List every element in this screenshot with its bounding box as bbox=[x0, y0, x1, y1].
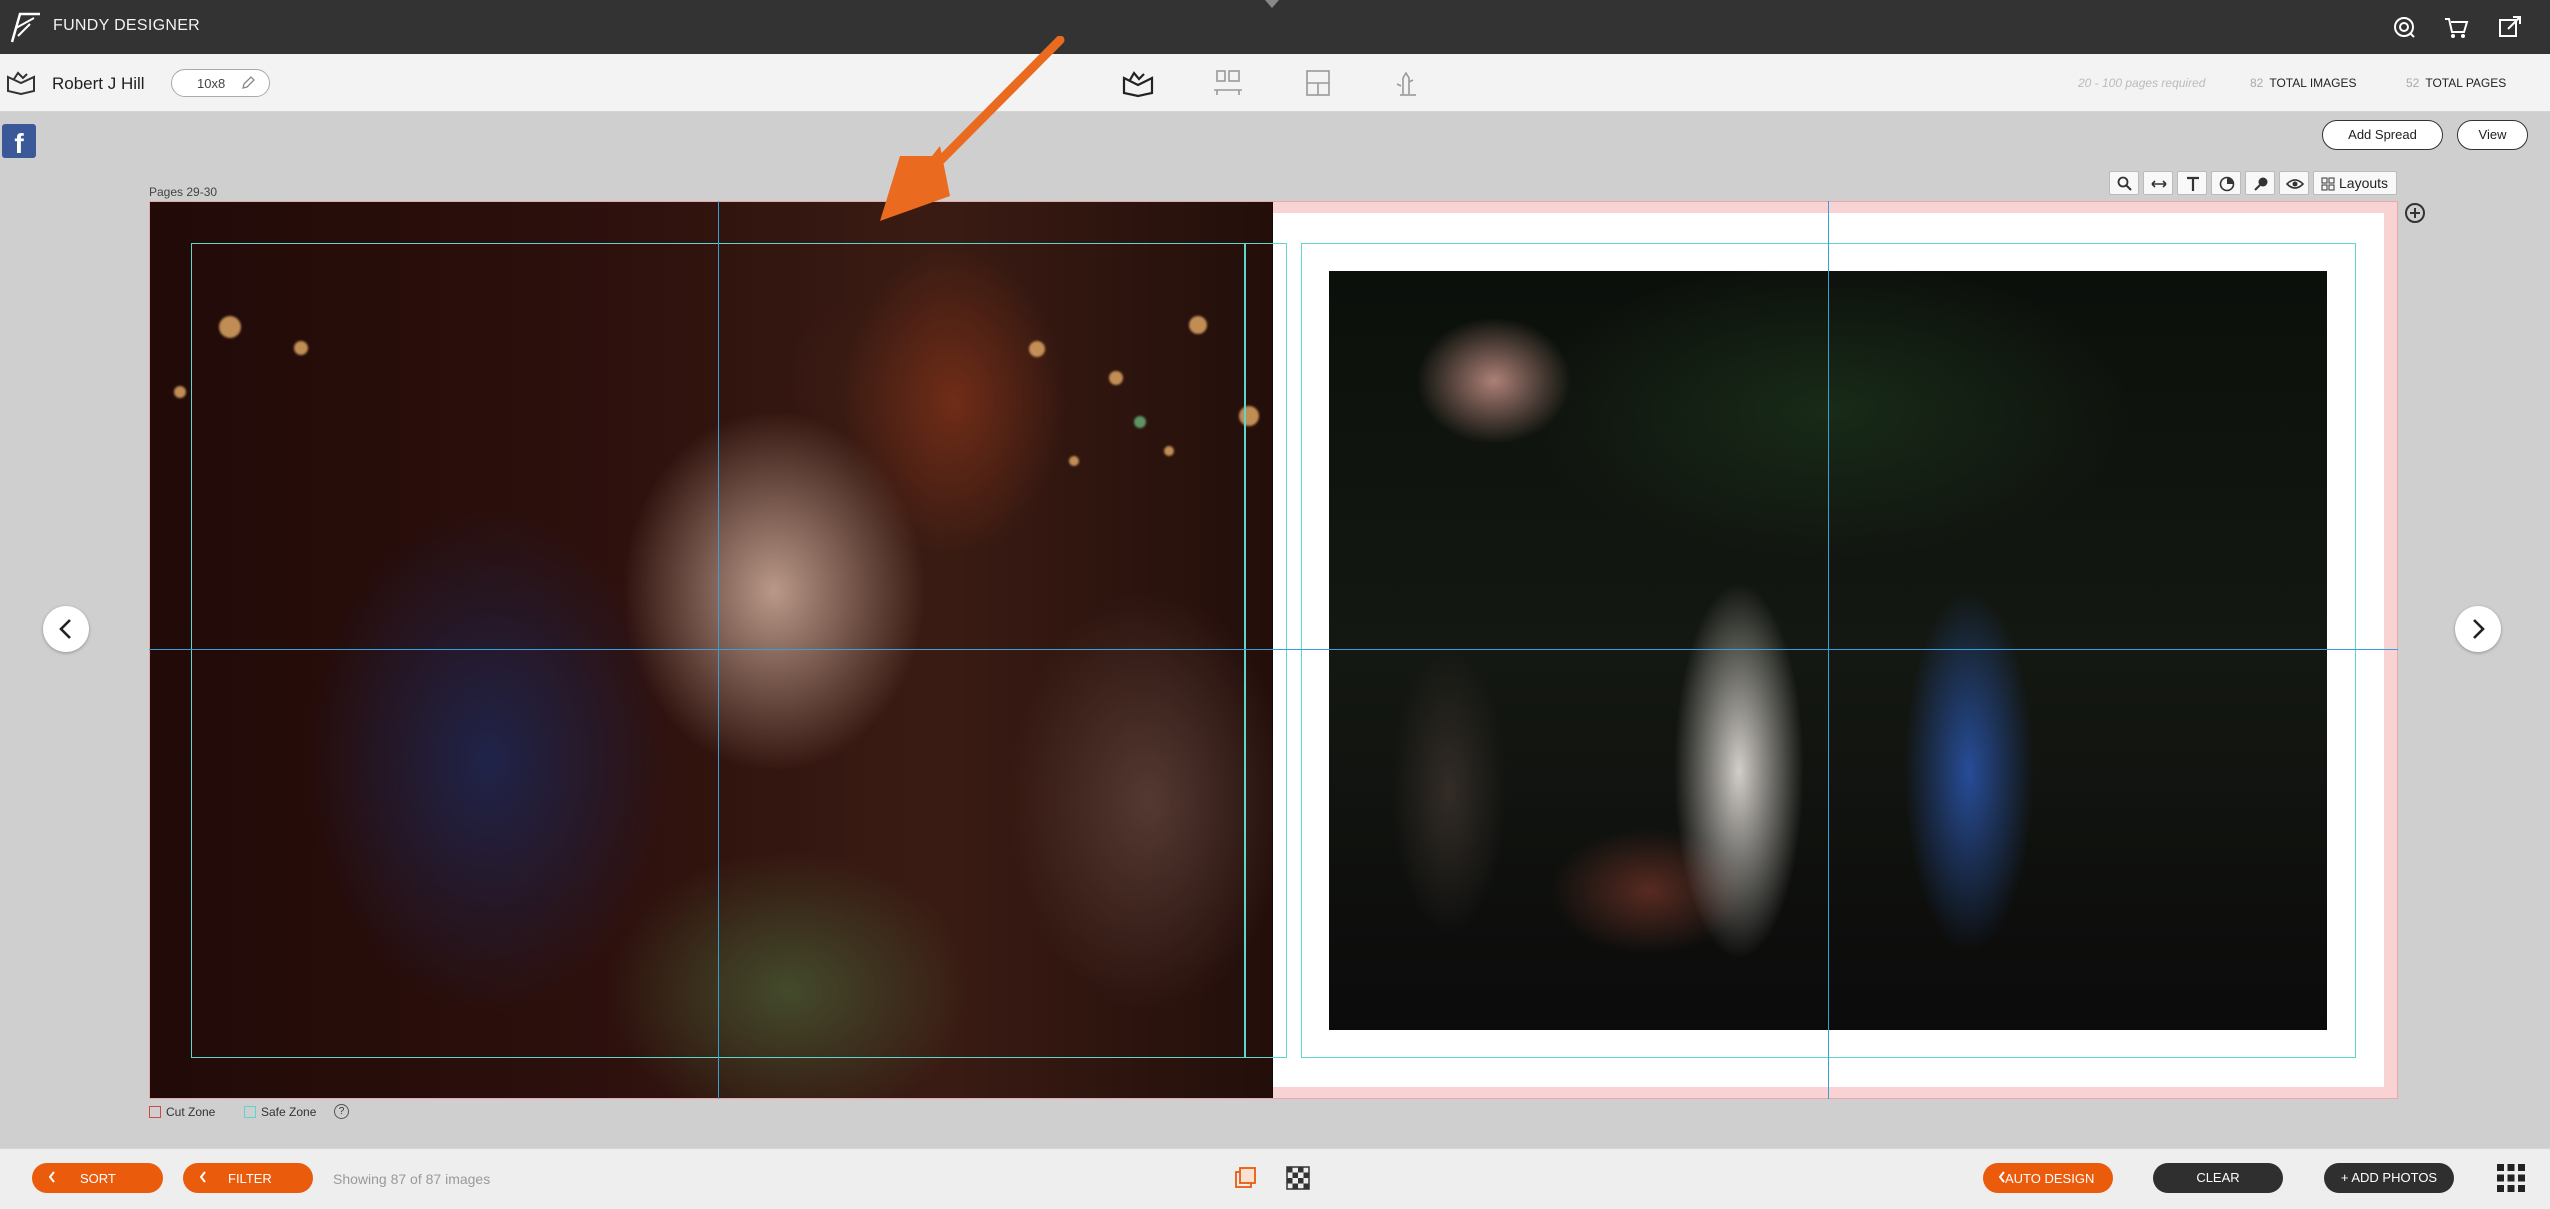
checker-grid-icon[interactable] bbox=[1285, 1165, 1311, 1191]
pin-icon bbox=[2254, 177, 2268, 191]
view-button[interactable]: View bbox=[2457, 120, 2528, 150]
add-page-circle-icon[interactable] bbox=[2405, 203, 2425, 223]
grid-icon bbox=[2321, 177, 2335, 191]
next-spread-button[interactable] bbox=[2455, 606, 2501, 652]
chevron-right-icon bbox=[2473, 619, 2485, 639]
right-page-photo[interactable] bbox=[1329, 271, 2327, 1030]
proof-hand-icon[interactable] bbox=[1391, 68, 1425, 98]
left-page[interactable] bbox=[149, 201, 1273, 1099]
preview-tool[interactable] bbox=[2279, 171, 2309, 195]
photo-stack-icon[interactable] bbox=[1233, 1165, 1259, 1191]
auto-design-button[interactable]: AUTO DESIGN bbox=[1983, 1163, 2113, 1193]
color-tool[interactable] bbox=[2211, 171, 2241, 195]
text-icon bbox=[2187, 176, 2199, 191]
filter-label: FILTER bbox=[228, 1171, 272, 1186]
total-images-label: TOTAL IMAGES bbox=[2269, 76, 2357, 90]
support-icon[interactable] bbox=[2390, 13, 2418, 41]
spread-page-label: Pages 29-30 bbox=[149, 185, 218, 199]
card-icon[interactable] bbox=[1301, 68, 1335, 98]
total-pages-count: 52 bbox=[2406, 76, 2420, 90]
zoom-icon bbox=[2117, 176, 2132, 191]
layouts-label: Layouts bbox=[2339, 175, 2389, 191]
total-images-stat: 82 TOTAL IMAGES bbox=[2250, 76, 2357, 90]
pencil-icon[interactable] bbox=[240, 75, 256, 91]
cut-zone-swatch bbox=[149, 1106, 161, 1118]
top-bar: FUNDY DESIGNER bbox=[0, 0, 2550, 54]
clear-button[interactable]: CLEAR bbox=[2153, 1163, 2283, 1193]
safe-zone-label: Safe Zone bbox=[261, 1105, 317, 1119]
text-tool[interactable] bbox=[2177, 171, 2207, 195]
dropdown-notch-icon[interactable] bbox=[1265, 0, 1279, 8]
total-images-count: 82 bbox=[2250, 76, 2264, 90]
pin-tool[interactable] bbox=[2245, 171, 2275, 195]
bottom-bar: SORT FILTER Showing 87 of 87 images AUTO… bbox=[0, 1148, 2550, 1209]
safe-zone-swatch bbox=[244, 1106, 256, 1118]
album-size: 10x8 bbox=[197, 76, 226, 91]
cart-icon[interactable] bbox=[2442, 13, 2470, 41]
project-bar: Robert J Hill 10x8 20 - 100 pages requir… bbox=[0, 54, 2550, 112]
previous-spread-button[interactable] bbox=[43, 606, 89, 652]
fit-width-icon bbox=[2151, 180, 2167, 188]
chevron-left-icon bbox=[48, 1171, 55, 1183]
help-icon[interactable]: ? bbox=[334, 1104, 349, 1119]
add-spread-button[interactable]: Add Spread bbox=[2322, 120, 2443, 150]
filter-button[interactable]: FILTER bbox=[183, 1163, 313, 1193]
fit-width-tool[interactable] bbox=[2143, 171, 2173, 195]
image-count-status: Showing 87 of 87 images bbox=[333, 1171, 491, 1187]
pages-required-note: 20 - 100 pages required bbox=[2078, 76, 2206, 90]
sort-button[interactable]: SORT bbox=[32, 1163, 163, 1193]
chevron-left-icon bbox=[199, 1171, 206, 1183]
album-size-pill[interactable]: 10x8 bbox=[171, 69, 270, 97]
chevron-left-icon bbox=[59, 619, 71, 639]
fundy-logo-icon bbox=[10, 12, 40, 43]
total-pages-stat: 52 TOTAL PAGES bbox=[2406, 76, 2506, 90]
zoom-tool[interactable] bbox=[2109, 171, 2139, 195]
grid-menu-icon[interactable] bbox=[2496, 1163, 2526, 1193]
layouts-button[interactable]: Layouts bbox=[2313, 171, 2397, 195]
total-pages-label: TOTAL PAGES bbox=[2425, 76, 2507, 90]
album-design-icon[interactable] bbox=[1121, 68, 1155, 98]
external-link-icon[interactable] bbox=[2496, 13, 2524, 41]
album-icon[interactable] bbox=[6, 69, 36, 95]
facebook-icon[interactable]: f bbox=[2, 124, 36, 159]
cut-zone-label: Cut Zone bbox=[166, 1105, 216, 1119]
sort-label: SORT bbox=[80, 1171, 116, 1186]
spread-gutter bbox=[1272, 201, 1273, 1099]
color-icon bbox=[2219, 176, 2235, 192]
client-name: Robert J Hill bbox=[52, 74, 145, 93]
wall-art-icon[interactable] bbox=[1211, 68, 1245, 98]
eye-icon bbox=[2286, 179, 2304, 189]
add-photos-button[interactable]: + ADD PHOTOS bbox=[2324, 1163, 2454, 1193]
left-page-photo[interactable] bbox=[149, 201, 1273, 1099]
auto-design-label: AUTO DESIGN bbox=[2005, 1171, 2095, 1186]
app-title: FUNDY DESIGNER bbox=[53, 17, 201, 34]
